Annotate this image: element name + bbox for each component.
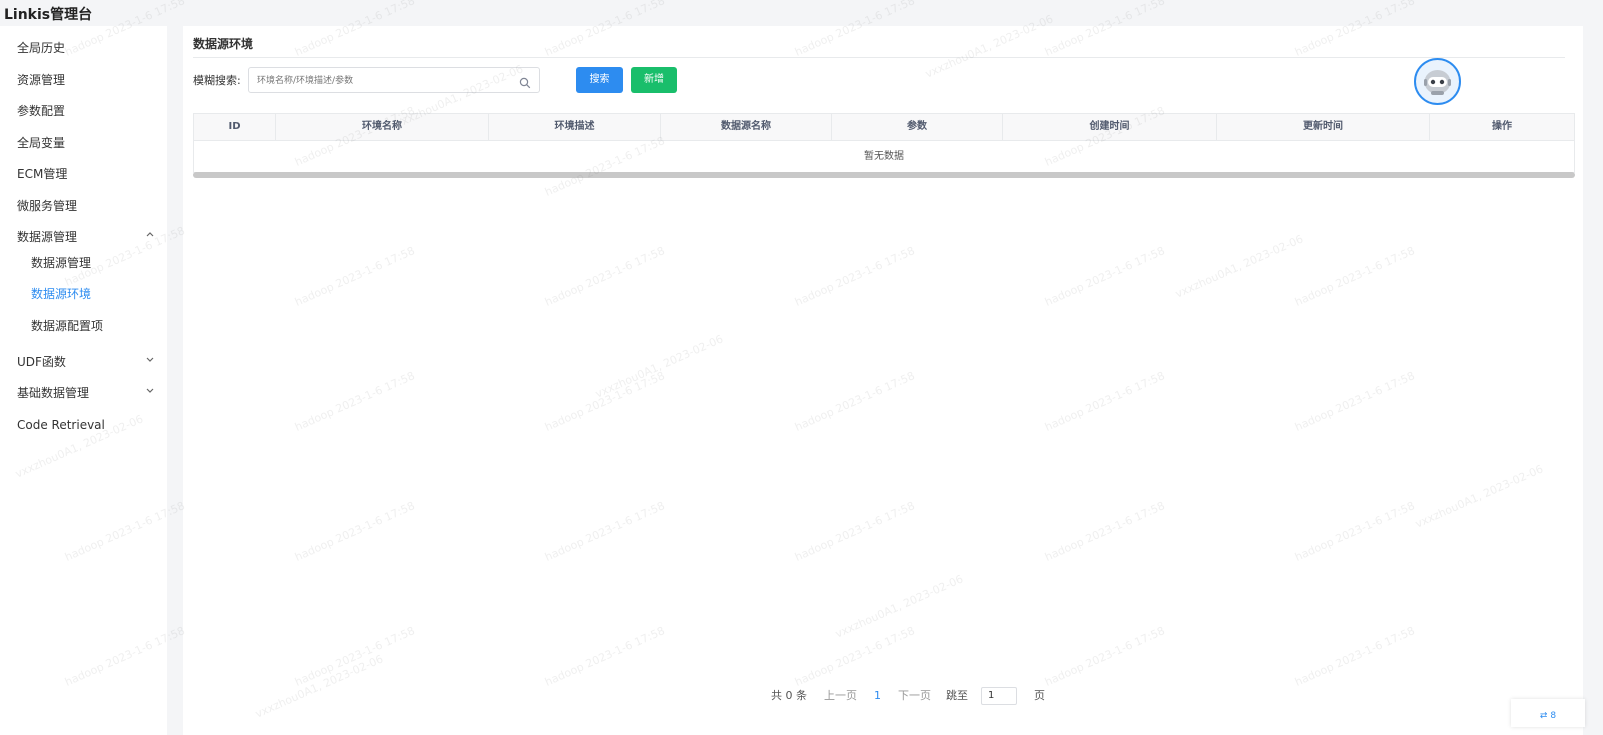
sidebar-item-global-history[interactable]: 全局历史: [17, 38, 159, 58]
sidebar-item-ecm-management[interactable]: ECM管理: [17, 164, 159, 184]
table-empty-message: 暂无数据: [864, 151, 904, 162]
column-header-update-time: 更新时间: [1217, 114, 1430, 140]
search-button[interactable]: 搜索: [576, 67, 623, 93]
sidebar-subitem-datasource-config-items[interactable]: 数据源配置项: [31, 316, 173, 336]
sidebar: 全局历史 资源管理 参数配置 全局变量 ECM管理 微服务管理 数据源管理 数据…: [0, 26, 167, 735]
sidebar-group-basic-data-management[interactable]: 基础数据管理: [17, 383, 159, 403]
sidebar-item-parameter-config[interactable]: 参数配置: [17, 101, 159, 121]
pagination-page-1[interactable]: 1: [874, 686, 881, 706]
sidebar-item-global-variables[interactable]: 全局变量: [17, 133, 159, 153]
column-header-actions: 操作: [1492, 121, 1512, 132]
pagination-prev-button[interactable]: 上一页: [824, 686, 857, 706]
datasource-env-table: ID 环境名称 环境描述 数据源名称 参数 创建时间 更新时间 操作 暂无数据: [193, 113, 1575, 173]
robot-avatar-icon[interactable]: [1414, 58, 1461, 105]
chevron-down-icon: [145, 352, 155, 372]
column-header-id: ID: [194, 114, 276, 140]
table-header: ID 环境名称 环境描述 数据源名称 参数 创建时间 更新时间 操作: [194, 114, 1574, 141]
add-button[interactable]: 新增: [631, 67, 677, 93]
pagination-total: 共 0 条: [771, 689, 807, 702]
pagination-jump-input[interactable]: 1: [981, 687, 1017, 705]
pagination-next-button[interactable]: 下一页: [898, 686, 931, 706]
column-header-create-time: 创建时间: [1003, 114, 1217, 140]
sidebar-subitem-datasource-environment[interactable]: 数据源环境: [31, 284, 173, 304]
table-horizontal-scrollbar[interactable]: [193, 172, 1575, 178]
search-input[interactable]: [255, 69, 509, 93]
sidebar-subitem-datasource-management[interactable]: 数据源管理: [31, 253, 173, 273]
chevron-down-icon: [145, 383, 155, 403]
corner-widget-label: 8: [1550, 711, 1557, 721]
column-header-env-name: 环境名称: [276, 114, 489, 140]
main-content: 数据源环境 模糊搜索: 搜索 新增 ID 环境名称 环境描述 数据源名称 参数 …: [183, 26, 1583, 735]
search-label: 模糊搜索:: [193, 74, 241, 87]
column-header-datasource-name: 数据源名称: [661, 114, 832, 140]
search-icon[interactable]: [519, 74, 531, 89]
title-divider: [193, 57, 1565, 58]
pagination-page-unit: 页: [1034, 689, 1045, 702]
column-header-env-desc: 环境描述: [489, 114, 661, 140]
app-title: Linkis管理台: [4, 7, 93, 23]
page-title: 数据源环境: [193, 37, 254, 51]
share-icon: ⇄: [1539, 711, 1548, 721]
search-field: [248, 67, 540, 93]
pagination-jump-label: 跳至: [946, 689, 968, 702]
pagination: 共 0 条 上一页 1 下一页 跳至 1 页: [771, 686, 1045, 706]
sidebar-item-microservice-management[interactable]: 微服务管理: [17, 196, 159, 216]
sidebar-item-resource-management[interactable]: 资源管理: [17, 70, 159, 90]
sidebar-group-udf-functions[interactable]: UDF函数: [17, 352, 159, 372]
column-header-parameters: 参数: [832, 114, 1003, 140]
sidebar-item-code-retrieval[interactable]: Code Retrieval: [17, 415, 159, 435]
corner-widget[interactable]: ⇄ 8: [1511, 699, 1585, 727]
chevron-up-icon: [145, 227, 155, 247]
sidebar-group-datasource-management[interactable]: 数据源管理: [17, 227, 159, 247]
